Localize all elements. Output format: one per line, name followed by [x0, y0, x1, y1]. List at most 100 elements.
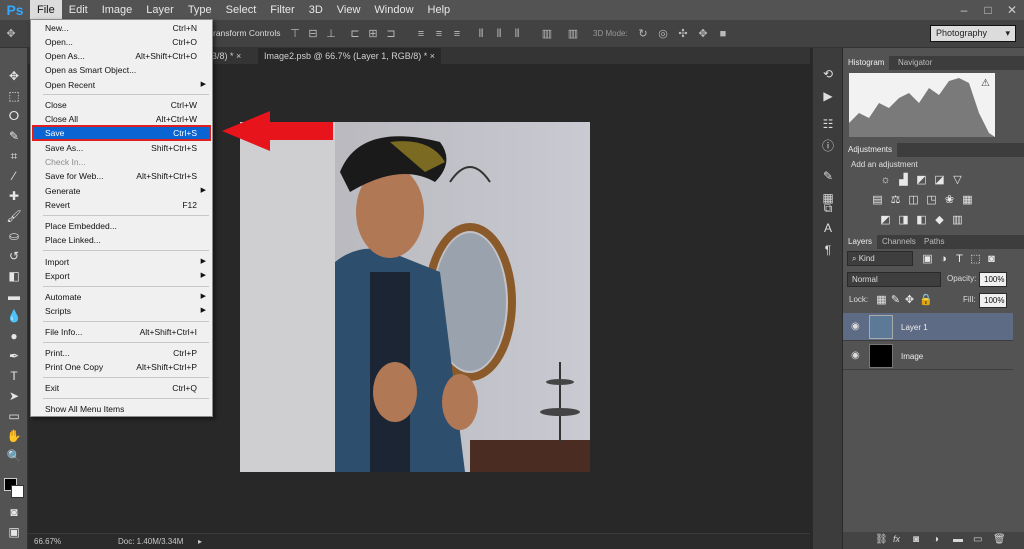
color-balance-icon[interactable]: ⚖: [889, 195, 902, 206]
menu-exit[interactable]: Exit Ctrl+Q: [32, 381, 211, 395]
invert-icon[interactable]: ◩: [879, 215, 892, 226]
align-left-icon[interactable]: ⊏: [348, 27, 362, 41]
filter-type-icon[interactable]: T: [953, 254, 966, 265]
menu-close[interactable]: Close Ctrl+W: [32, 98, 211, 112]
menu-save-as[interactable]: Save As... Shift+Ctrl+S: [32, 141, 211, 155]
blur-tool-icon[interactable]: 💧: [4, 308, 24, 324]
filter-pixel-icon[interactable]: ▣: [921, 254, 934, 265]
menu-3d[interactable]: 3D: [302, 0, 330, 20]
auto-blend-icon[interactable]: ▥: [566, 27, 580, 41]
distribute-hcenter-icon[interactable]: ⫴: [492, 27, 506, 41]
eraser-tool-icon[interactable]: ◧: [4, 268, 24, 284]
filter-adjustment-icon[interactable]: ◑: [937, 254, 950, 265]
tab-adjustments[interactable]: Adjustments: [843, 143, 898, 157]
levels-icon[interactable]: ▟: [897, 175, 910, 186]
screen-mode-icon[interactable]: ▣: [4, 524, 24, 540]
distribute-bottom-icon[interactable]: ≡: [450, 27, 464, 41]
dodge-tool-icon[interactable]: ●: [4, 328, 24, 344]
3d-roll-icon[interactable]: ◎: [656, 27, 670, 41]
properties-panel-icon[interactable]: ☷: [820, 116, 836, 132]
healing-brush-tool-icon[interactable]: ✚: [4, 188, 24, 204]
3d-slide-icon[interactable]: ✥: [696, 27, 710, 41]
curves-icon[interactable]: ◩: [915, 175, 928, 186]
actions-panel-icon[interactable]: ▶: [820, 88, 836, 104]
distribute-right-icon[interactable]: ⫴: [510, 27, 524, 41]
eye-icon[interactable]: ◉: [851, 350, 860, 361]
layer-name[interactable]: Layer 1: [901, 323, 928, 332]
menu-close-all[interactable]: Close All Alt+Ctrl+W: [32, 112, 211, 126]
paragraph-panel-icon[interactable]: ¶: [820, 242, 836, 258]
move-tool-preset-icon[interactable]: ✥: [4, 27, 18, 41]
close-window-button[interactable]: ✕: [1000, 0, 1024, 20]
tab-navigator[interactable]: Navigator: [893, 56, 937, 70]
rectangle-tool-icon[interactable]: ▭: [4, 408, 24, 424]
info-panel-icon[interactable]: ⓘ: [820, 138, 836, 154]
menu-file-info[interactable]: File Info... Alt+Shift+Ctrl+I: [32, 325, 211, 339]
brush-tool-icon[interactable]: 🖌: [4, 208, 24, 224]
lock-image-icon[interactable]: ✎: [889, 295, 902, 306]
tab-paths[interactable]: Paths: [919, 235, 949, 249]
warning-icon[interactable]: ⚠: [981, 78, 990, 89]
close-icon[interactable]: ×: [236, 51, 241, 61]
gradient-tool-icon[interactable]: ▬: [4, 288, 24, 304]
menu-select[interactable]: Select: [219, 0, 264, 20]
adjustment-layer-icon[interactable]: ◑: [933, 534, 939, 545]
zoom-level[interactable]: 66.67%: [34, 537, 61, 546]
filter-shape-icon[interactable]: ⬚: [969, 254, 982, 265]
lock-transparent-icon[interactable]: ▦: [875, 295, 888, 306]
move-tool-icon[interactable]: ✥: [4, 68, 24, 84]
menu-view[interactable]: View: [330, 0, 368, 20]
character-panel-icon[interactable]: A: [820, 220, 836, 236]
clone-stamp-tool-icon[interactable]: ⛀: [4, 228, 24, 244]
menu-open-smart-object[interactable]: Open as Smart Object...: [32, 63, 211, 77]
menu-save-for-web[interactable]: Save for Web... Alt+Shift+Ctrl+S: [32, 169, 211, 183]
menu-filter[interactable]: Filter: [263, 0, 301, 20]
status-arrow-icon[interactable]: ▸: [198, 537, 202, 546]
menu-place-embedded[interactable]: Place Embedded...: [32, 219, 211, 233]
align-vcenter-icon[interactable]: ⊟: [306, 27, 320, 41]
gradient-map-icon[interactable]: ▥: [951, 215, 964, 226]
menu-show-all-items[interactable]: Show All Menu Items: [32, 402, 211, 416]
menu-window[interactable]: Window: [367, 0, 420, 20]
align-bottom-icon[interactable]: ⊥: [324, 27, 338, 41]
eyedropper-tool-icon[interactable]: ⁄: [4, 168, 24, 184]
brush-panel-icon[interactable]: ✎: [820, 168, 836, 184]
3d-scale-icon[interactable]: ■: [716, 27, 730, 41]
selective-color-icon[interactable]: ◆: [933, 215, 946, 226]
quick-selection-tool-icon[interactable]: ✎: [4, 128, 24, 144]
menu-layer[interactable]: Layer: [139, 0, 181, 20]
filter-kind-select[interactable]: ⌕ Kind: [847, 251, 913, 266]
menu-import[interactable]: Import ▶: [32, 255, 211, 269]
trash-icon[interactable]: 🗑: [993, 534, 1006, 545]
history-panel-icon[interactable]: ⟲: [820, 66, 836, 82]
menu-generate[interactable]: Generate ▶: [32, 184, 211, 198]
history-brush-tool-icon[interactable]: ↺: [4, 248, 24, 264]
eye-icon[interactable]: ◉: [851, 321, 860, 332]
3d-pan-icon[interactable]: ✣: [676, 27, 690, 41]
blend-mode-select[interactable]: Normal: [847, 272, 941, 287]
add-mask-icon[interactable]: ◙: [913, 534, 919, 545]
minimize-button[interactable]: –: [952, 0, 976, 20]
menu-print[interactable]: Print... Ctrl+P: [32, 346, 211, 360]
workspace-select[interactable]: Photography ▾: [930, 25, 1016, 42]
menu-new[interactable]: New... Ctrl+N: [32, 21, 211, 35]
layer-row-image[interactable]: ◉ Image: [843, 342, 1013, 370]
group-folder-icon[interactable]: ▬: [953, 534, 963, 545]
background-color-swatch[interactable]: [11, 485, 24, 498]
menu-file[interactable]: File: [30, 0, 62, 20]
crop-tool-icon[interactable]: ⌗: [4, 148, 24, 164]
menu-export[interactable]: Export ▶: [32, 269, 211, 283]
filter-smart-icon[interactable]: ◙: [985, 254, 998, 265]
zoom-tool-icon[interactable]: 🔍: [4, 448, 24, 464]
align-hcenter-icon[interactable]: ⊞: [366, 27, 380, 41]
fx-icon[interactable]: fx: [893, 534, 900, 544]
close-icon[interactable]: ×: [430, 51, 435, 61]
lock-all-icon[interactable]: 🔒: [919, 295, 933, 306]
maximize-button[interactable]: □: [976, 0, 1000, 20]
hand-tool-icon[interactable]: ✋: [4, 428, 24, 444]
3d-rotate-icon[interactable]: ↻: [636, 27, 650, 41]
menu-open[interactable]: Open... Ctrl+O: [32, 35, 211, 49]
tab-layers[interactable]: Layers: [843, 235, 878, 249]
path-selection-tool-icon[interactable]: ➤: [4, 388, 24, 404]
layer-row-layer1[interactable]: ◉ Layer 1: [843, 313, 1013, 341]
